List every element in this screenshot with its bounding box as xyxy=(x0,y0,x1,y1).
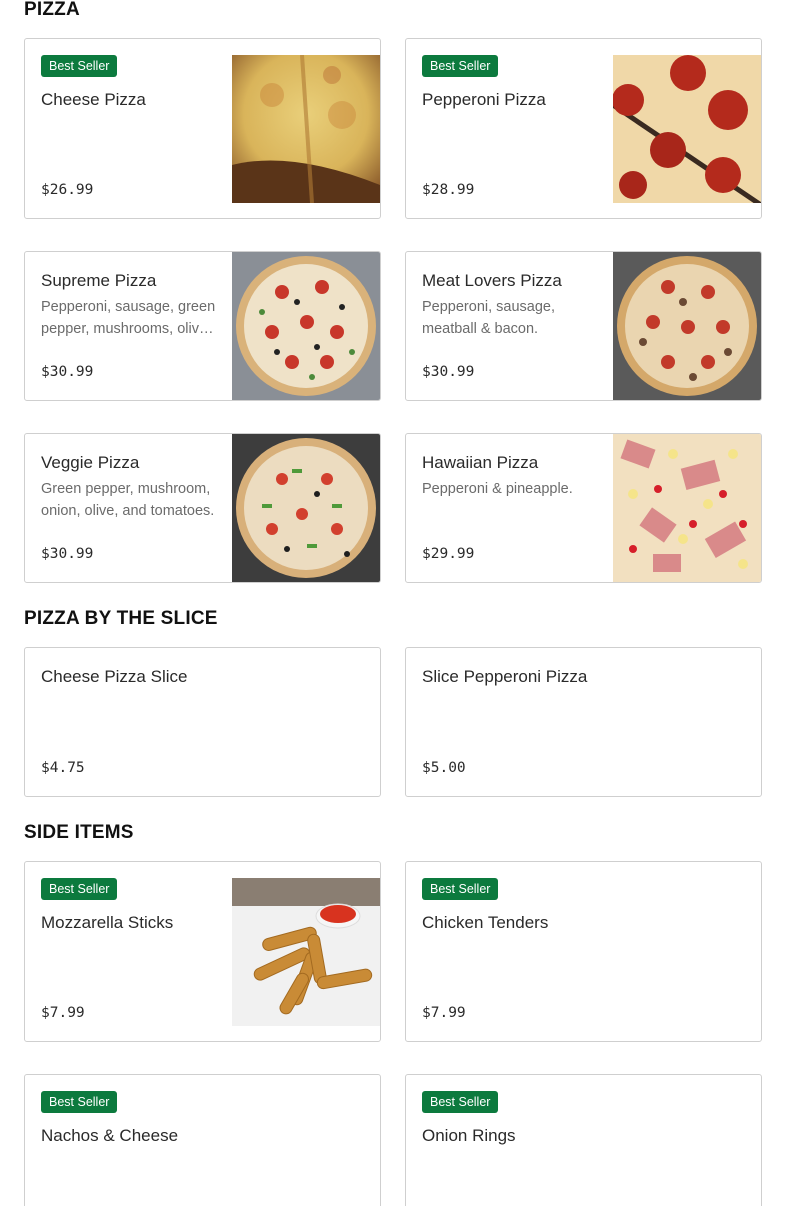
best-seller-badge: Best Seller xyxy=(422,55,499,77)
best-seller-badge: Best Seller xyxy=(41,1091,118,1113)
menu-item-supreme-pizza[interactable]: Supreme Pizza Pepperoni, sausage, green … xyxy=(24,251,381,401)
best-seller-badge: Best Seller xyxy=(41,55,118,77)
item-title: Cheese Pizza Slice xyxy=(41,667,188,686)
menu-item-veggie-pizza[interactable]: Veggie Pizza Green pepper, mushroom, oni… xyxy=(24,433,381,583)
menu-item-meat-lovers-pizza[interactable]: Meat Lovers Pizza Pepperoni, sausage, me… xyxy=(405,251,762,401)
item-title: Slice Pepperoni Pizza xyxy=(422,667,588,686)
meat-lovers-pizza-image xyxy=(613,252,761,400)
menu-item-pepperoni-pizza[interactable]: Best Seller Pepperoni Pizza $28.99 xyxy=(405,38,762,219)
item-title: Meat Lovers Pizza xyxy=(422,271,562,290)
item-price: $30.99 xyxy=(422,364,475,380)
item-price: $29.99 xyxy=(422,546,475,562)
item-title: Nachos & Cheese xyxy=(41,1126,179,1145)
cheese-pizza-image xyxy=(232,55,380,203)
hawaiian-pizza-image xyxy=(613,434,761,582)
veggie-pizza-image xyxy=(232,434,380,582)
item-description: Green pepper, mushroom, onion, olive, an… xyxy=(41,481,215,519)
pepperoni-pizza-image xyxy=(613,55,761,203)
menu-item-mozzarella-sticks[interactable]: Best Seller Mozzarella Sticks $7.99 xyxy=(24,861,381,1042)
section-title-pizza: PIZZA xyxy=(24,0,80,20)
best-seller-badge: Best Seller xyxy=(41,878,118,900)
menu-item-slice-pepperoni-pizza[interactable]: Slice Pepperoni Pizza $5.00 xyxy=(405,647,762,797)
item-title: Cheese Pizza xyxy=(41,90,146,109)
mozzarella-sticks-image xyxy=(232,878,380,1026)
item-title: Mozzarella Sticks xyxy=(41,913,174,932)
item-price: $4.75 xyxy=(41,760,85,776)
item-title: Pepperoni Pizza xyxy=(422,90,546,109)
menu-item-hawaiian-pizza[interactable]: Hawaiian Pizza Pepperoni & pineapple. $2… xyxy=(405,433,762,583)
best-seller-badge: Best Seller xyxy=(422,878,499,900)
item-price: $7.99 xyxy=(422,1005,466,1021)
menu-item-cheese-pizza-slice[interactable]: Cheese Pizza Slice $4.75 xyxy=(24,647,381,797)
menu-item-cheese-pizza[interactable]: Best Seller Cheese Pizza $26.99 xyxy=(24,38,381,219)
item-price: $7.99 xyxy=(41,1005,85,1021)
item-title: Hawaiian Pizza xyxy=(422,453,539,472)
item-title: Onion Rings xyxy=(422,1126,516,1145)
item-description: Pepperoni, sausage, meatball & bacon. xyxy=(422,299,556,337)
item-description: Pepperoni, sausage, green pepper, mushro… xyxy=(41,299,216,337)
item-price: $26.99 xyxy=(41,182,94,198)
item-title: Chicken Tenders xyxy=(422,913,549,932)
item-price: $30.99 xyxy=(41,546,94,562)
item-price: $5.00 xyxy=(422,760,466,776)
item-price: $28.99 xyxy=(422,182,475,198)
supreme-pizza-image xyxy=(232,252,380,400)
section-title-pizza-by-the-slice: PIZZA BY THE SLICE xyxy=(24,608,218,629)
item-title: Veggie Pizza xyxy=(41,453,140,472)
menu-item-nachos-cheese[interactable]: Best Seller Nachos & Cheese xyxy=(24,1074,381,1206)
section-title-side-items: SIDE ITEMS xyxy=(24,822,134,843)
item-description: Pepperoni & pineapple. xyxy=(422,481,573,497)
item-title: Supreme Pizza xyxy=(41,271,157,290)
menu-item-onion-rings[interactable]: Best Seller Onion Rings xyxy=(405,1074,762,1206)
menu-item-chicken-tenders[interactable]: Best Seller Chicken Tenders $7.99 xyxy=(405,861,762,1042)
item-price: $30.99 xyxy=(41,364,94,380)
best-seller-badge: Best Seller xyxy=(422,1091,499,1113)
